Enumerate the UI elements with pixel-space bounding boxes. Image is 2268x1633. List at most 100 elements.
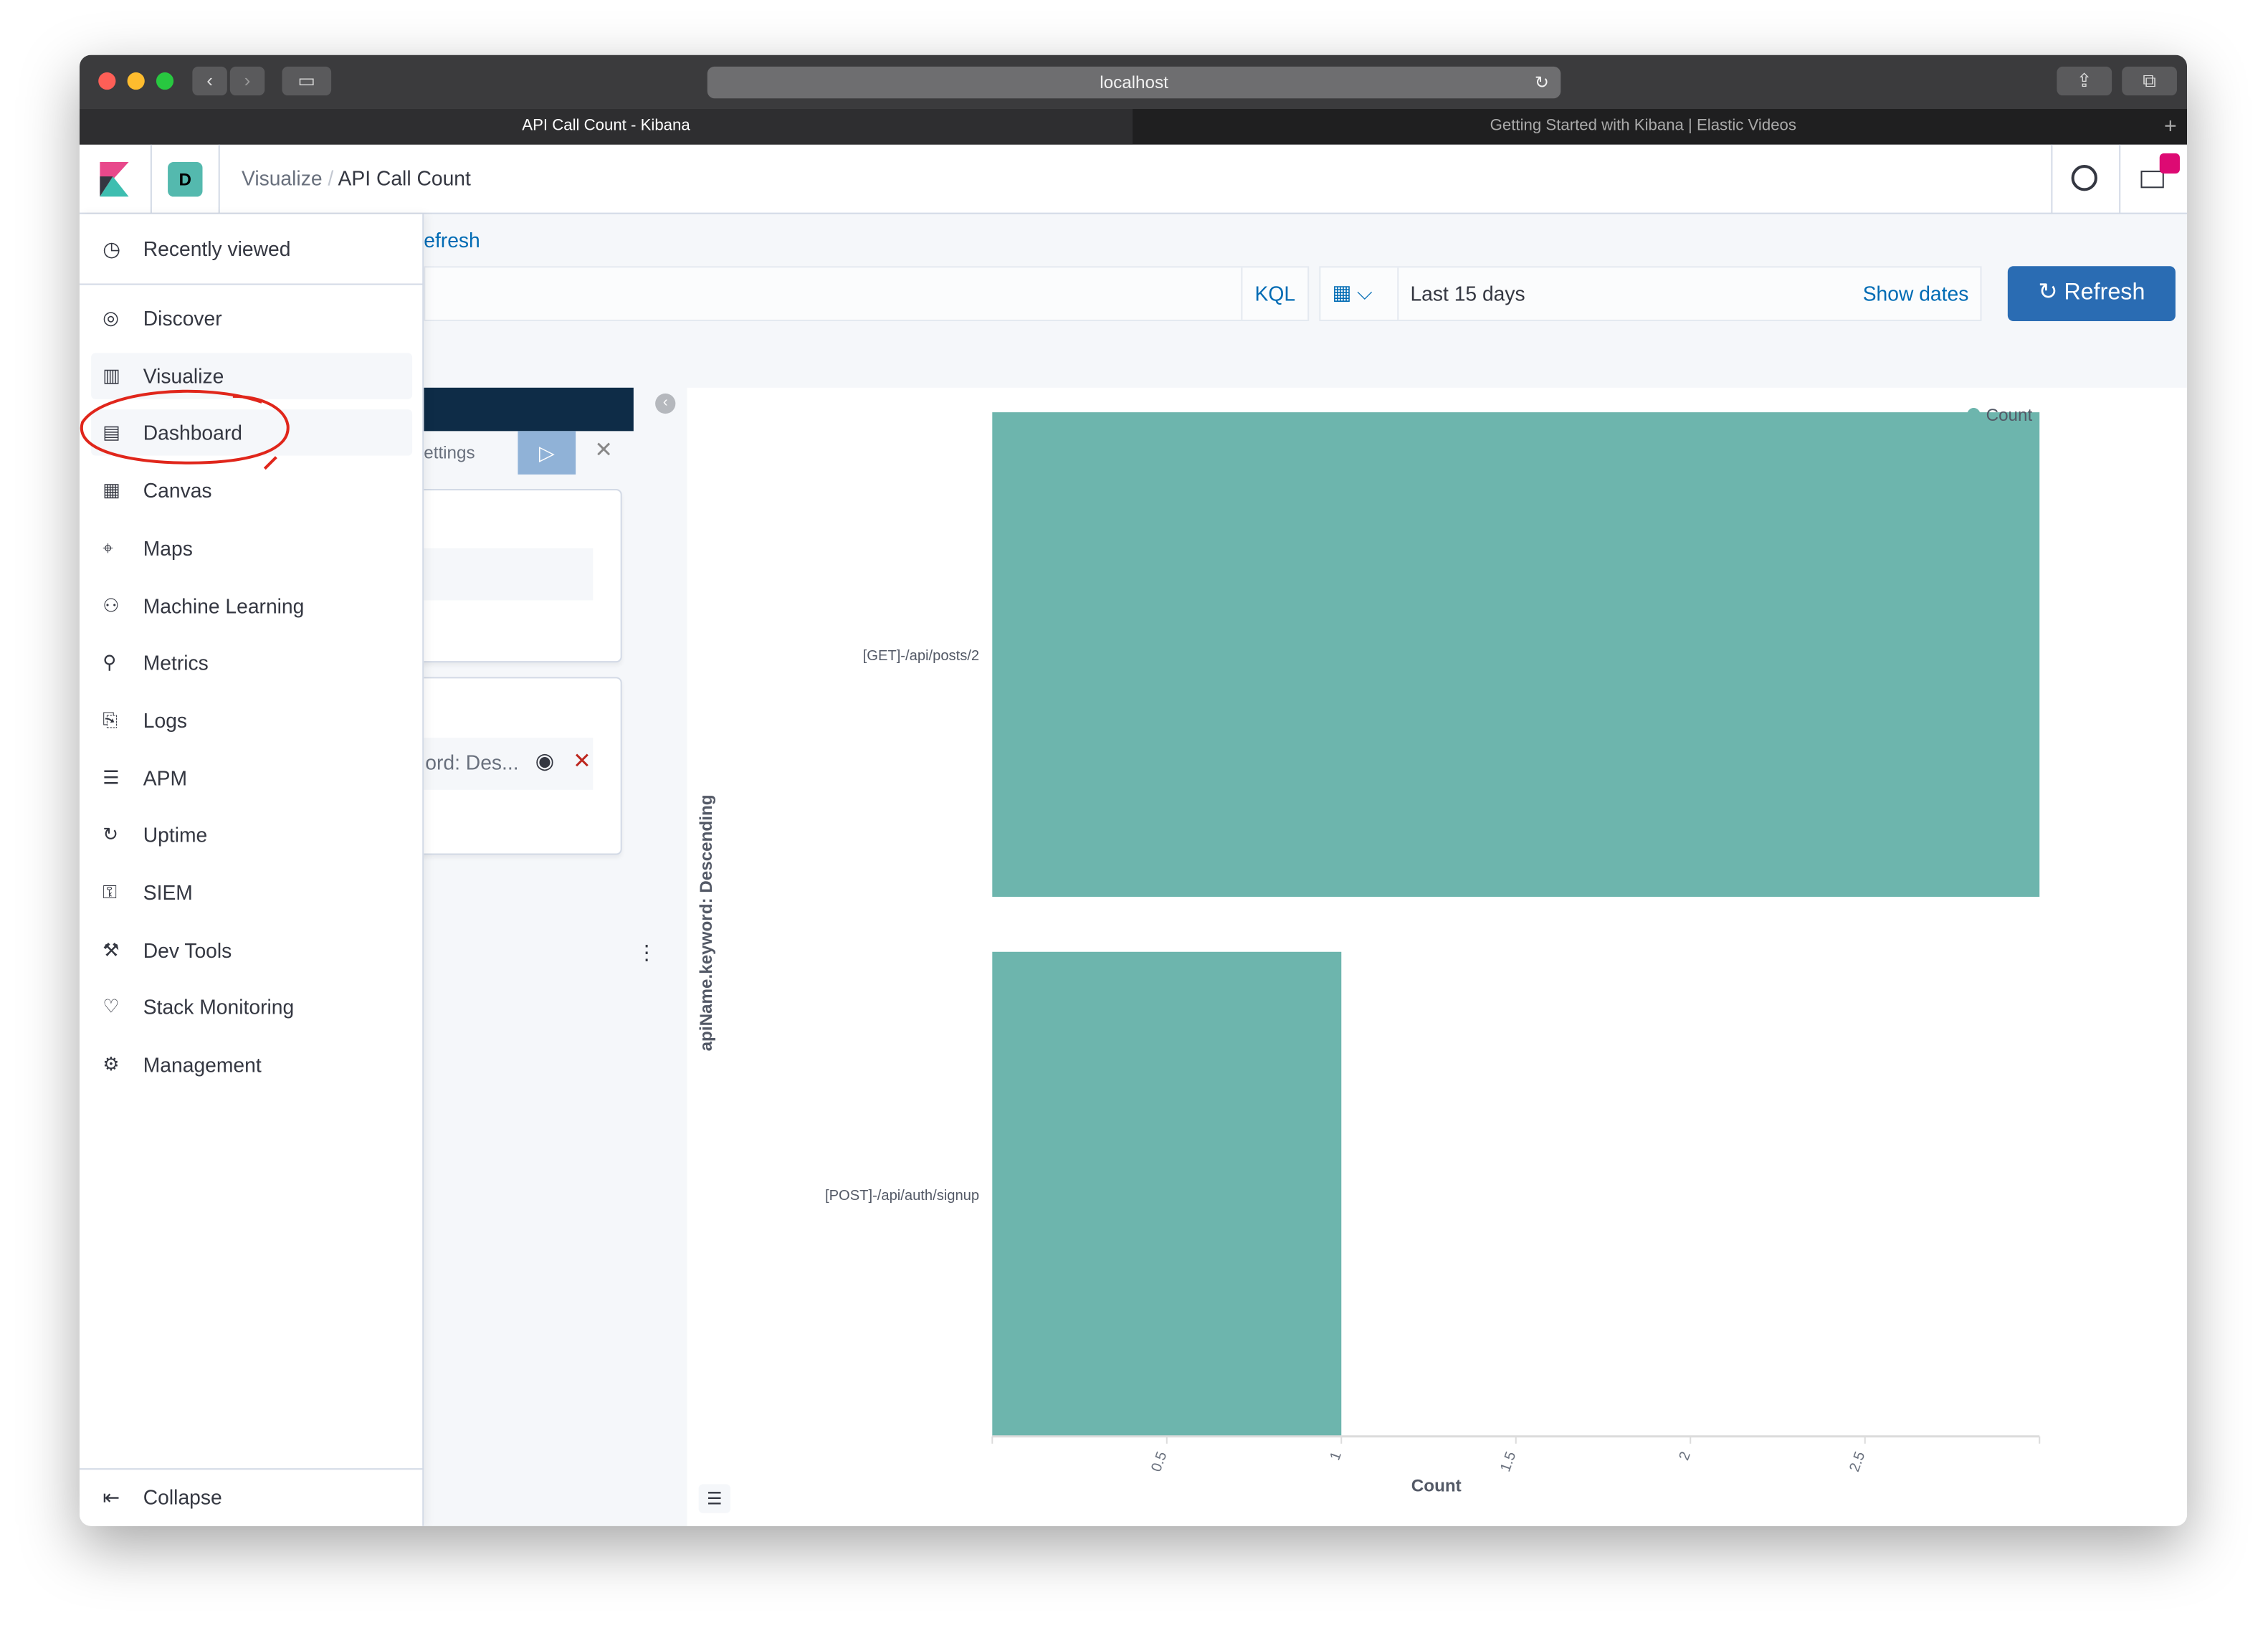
space-avatar[interactable]: D <box>168 162 203 197</box>
x-tick-label: 0.5 <box>1148 1449 1170 1474</box>
nav-siem[interactable]: ⚿ SIEM <box>91 870 412 916</box>
bucket-card: ord: Des... ◉ ✕ <box>406 677 622 855</box>
nav-collapse[interactable]: ⇤ Collapse <box>91 1474 412 1520</box>
remove-icon[interactable]: ✕ <box>573 748 591 773</box>
tab-kibana[interactable]: API Call Count - Kibana <box>79 108 1133 145</box>
bar[interactable] <box>992 412 2040 898</box>
ml-icon: ⚇ <box>103 594 120 616</box>
nav-uptime[interactable]: ↻ Uptime <box>91 812 412 859</box>
tab-bar: API Call Count - Kibana Getting Started … <box>79 108 2188 145</box>
tab-options[interactable]: ettings <box>424 442 475 462</box>
category-label: [POST]-/api/auth/signup <box>825 1188 979 1204</box>
url-text: localhost <box>1100 72 1168 93</box>
x-axis-title: Count <box>1411 1475 1462 1496</box>
kql-button[interactable]: KQL <box>1241 267 1307 320</box>
nav-apm[interactable]: ☰ APM <box>91 755 412 801</box>
refresh-label: Refresh <box>2064 280 2145 305</box>
nav-metrics[interactable]: ⚲ Metrics <box>91 639 412 686</box>
nav-machine-learning[interactable]: ⚇ Machine Learning <box>91 582 412 629</box>
red-annotation-circle <box>80 389 290 470</box>
nav-recently-viewed[interactable]: ◷ Recently viewed <box>91 226 412 272</box>
nav-label: Maps <box>143 536 193 560</box>
breadcrumb-current: API Call Count <box>338 166 471 190</box>
collapse-editor-icon[interactable]: ‹ <box>655 393 676 414</box>
nav-label: Recently viewed <box>143 237 291 261</box>
resize-handle[interactable]: ⋮ <box>637 941 657 965</box>
kibana-header: D Visualize / API Call Count <box>79 144 2188 214</box>
nav-label: Uptime <box>143 823 208 847</box>
legend-toggle-icon[interactable]: ☰ <box>698 1484 731 1513</box>
refresh-button[interactable]: ↻ Refresh <box>2007 266 2176 321</box>
x-tick-label: 2 <box>1676 1449 1694 1462</box>
nav-label: Discover <box>143 306 222 330</box>
maximize-window-button[interactable] <box>156 72 174 90</box>
nav-label: APM <box>143 766 188 789</box>
date-picker[interactable]: ▦ ⌵ Last 15 days Show dates <box>1319 266 1982 321</box>
legend-item[interactable]: Count <box>1967 405 2032 425</box>
nav-label: Logs <box>143 708 188 732</box>
nav-label: Canvas <box>143 479 212 503</box>
editor-header <box>424 387 634 432</box>
nav-label: Machine Learning <box>143 594 305 617</box>
y-axis-title: apiName.keyword: Descending <box>695 794 716 1052</box>
eye-icon[interactable]: ◉ <box>535 748 554 773</box>
apm-icon: ☰ <box>103 766 120 788</box>
new-tab-icon[interactable]: + <box>2154 108 2187 144</box>
nav-stack-monitoring[interactable]: ♡ Stack Monitoring <box>91 984 412 1031</box>
legend-label: Count <box>1986 405 2033 426</box>
share-icon[interactable]: ⇪ <box>2057 66 2112 96</box>
nav-dev-tools[interactable]: ⚒ Dev Tools <box>91 927 412 973</box>
forward-icon[interactable]: › <box>229 66 265 96</box>
date-range-text[interactable]: Last 15 days <box>1410 282 1525 305</box>
kibana-logo[interactable] <box>100 162 129 197</box>
legend-dot <box>1967 408 1981 422</box>
maps-icon: ⌖ <box>103 536 114 558</box>
browser-window: ‹ › ▭ localhost ↻ ⇪ ⧉ API Call Count - Ki… <box>79 54 2188 1526</box>
reload-icon[interactable]: ↻ <box>1535 67 1549 98</box>
browser-titlebar: ‹ › ▭ localhost ↻ ⇪ ⧉ <box>79 54 2188 109</box>
x-tick-label: 1.5 <box>1497 1449 1519 1474</box>
tabs-overview-icon[interactable]: ⧉ <box>2122 66 2177 96</box>
nav-label: Management <box>143 1053 262 1077</box>
nav-management[interactable]: ⚙ Management <box>91 1042 412 1088</box>
nav-logs[interactable]: ⎘ Logs <box>91 697 412 743</box>
nav-maps[interactable]: ⌖ Maps <box>91 525 412 571</box>
nav-label: Metrics <box>143 651 209 675</box>
minimize-window-button[interactable] <box>127 72 145 90</box>
apply-changes-button[interactable]: ▷ <box>518 431 576 475</box>
breadcrumb-visualize[interactable]: Visualize <box>242 166 323 189</box>
mail-icon[interactable] <box>2140 171 2164 189</box>
chart-panel: [GET]-/api/posts/2 [POST]-/api/auth/signu… <box>687 387 2188 1526</box>
gear-icon: ⚙ <box>103 1053 120 1075</box>
nav-discover[interactable]: ◎ Discover <box>91 295 412 342</box>
bucket-label[interactable]: ord: Des... <box>425 751 518 773</box>
refresh-link[interactable]: efresh <box>424 229 480 252</box>
show-dates-link[interactable]: Show dates <box>1863 282 1969 305</box>
nav-label: Stack Monitoring <box>143 996 295 1019</box>
clock-icon: ◷ <box>103 237 120 261</box>
address-bar[interactable]: localhost ↻ <box>707 66 1561 99</box>
monitoring-icon: ♡ <box>103 996 120 1018</box>
query-input[interactable]: KQL <box>424 266 1310 321</box>
bar[interactable] <box>992 951 1342 1437</box>
logs-icon: ⎘ <box>103 708 118 730</box>
x-tick-label: 1 <box>1327 1449 1345 1462</box>
tab-elastic-videos[interactable]: Getting Started with Kibana | Elastic Vi… <box>1134 108 2153 144</box>
devtools-icon: ⚒ <box>103 938 120 961</box>
metrics-icon: ⚲ <box>103 651 117 673</box>
uptime-icon: ↻ <box>103 823 119 846</box>
category-label: [GET]-/api/posts/2 <box>863 648 979 664</box>
sidebar-toggle-icon[interactable]: ▭ <box>282 66 332 96</box>
x-tick-label: 2.5 <box>1847 1449 1868 1474</box>
discard-icon[interactable]: ✕ <box>594 437 612 462</box>
calendar-icon[interactable]: ▦ ⌵ <box>1332 280 1372 305</box>
collapse-icon: ⇤ <box>103 1485 120 1509</box>
help-icon[interactable] <box>2071 165 2097 191</box>
refresh-icon: ↻ <box>2038 280 2064 305</box>
close-window-button[interactable] <box>98 72 116 90</box>
siem-icon: ⚿ <box>103 880 118 903</box>
back-icon[interactable]: ‹ <box>192 66 227 96</box>
nav-label: Collapse <box>143 1485 222 1509</box>
nav-label: Dev Tools <box>143 938 232 962</box>
notification-badge <box>2159 153 2180 174</box>
